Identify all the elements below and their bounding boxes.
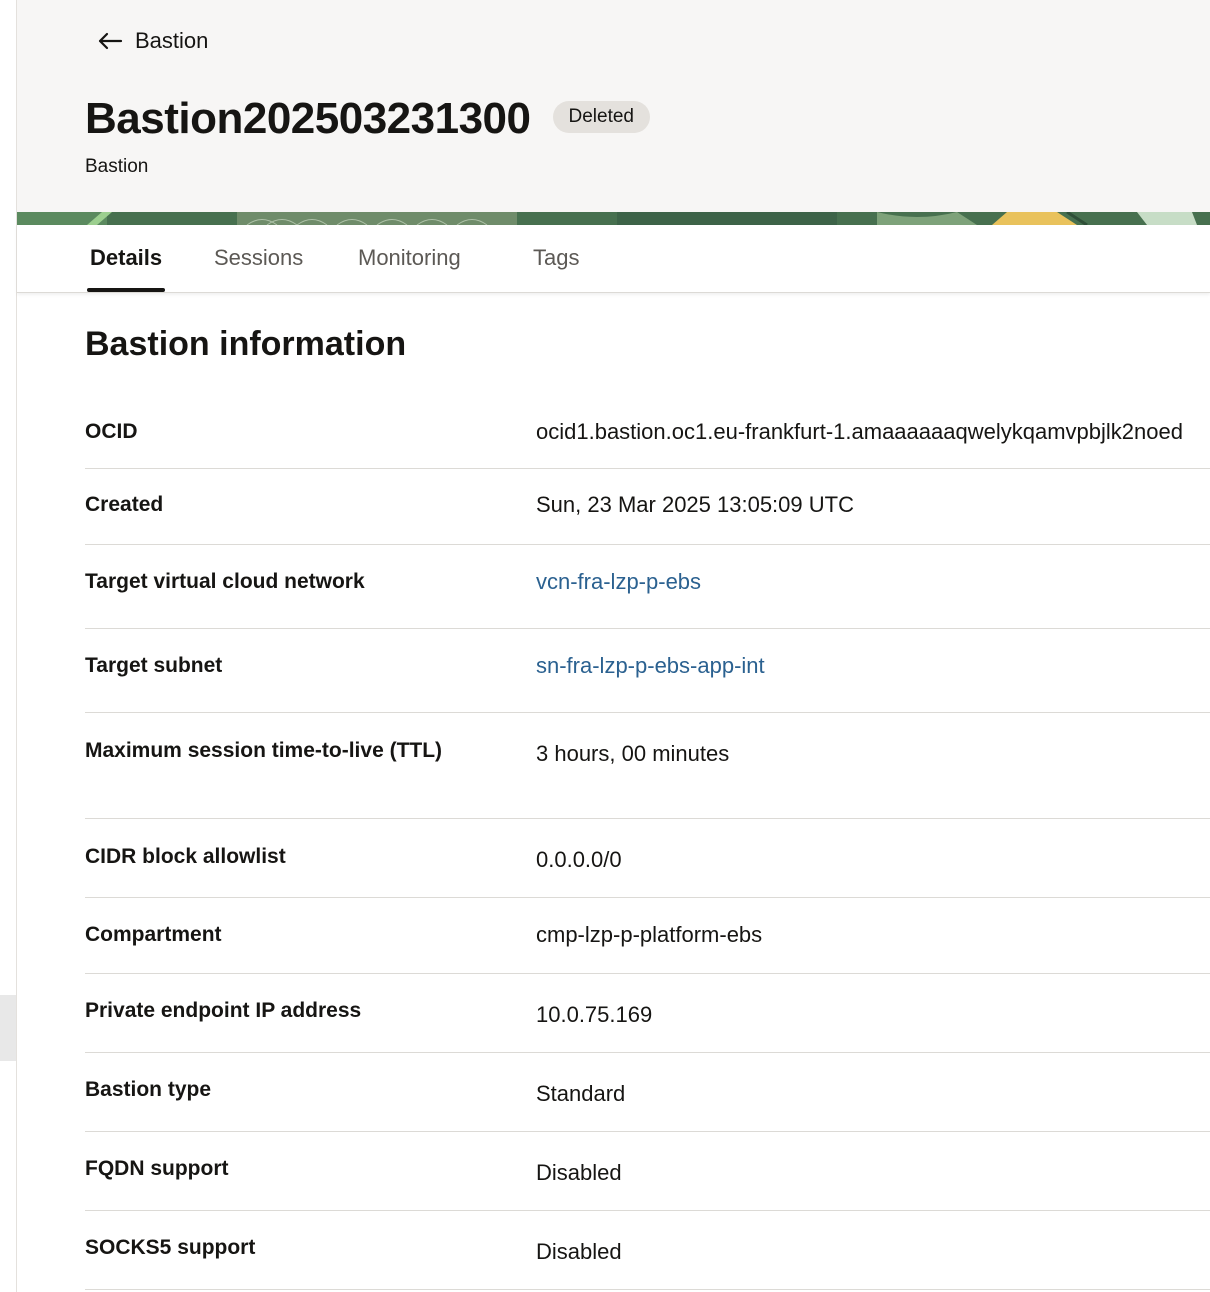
info-value-fqdn: Disabled (536, 1160, 622, 1185)
info-row-compartment: Compartment cmp-lzp-p-platform-ebs (85, 898, 1210, 974)
decorative-banner (17, 212, 1210, 225)
info-label: CIDR block allowlist (85, 845, 286, 868)
target-subnet-link[interactable]: sn-fra-lzp-p-ebs-app-int (536, 651, 765, 681)
info-value-bastion-type: Standard (536, 1081, 626, 1106)
arrow-left-icon (97, 31, 123, 51)
tab-details[interactable]: Details (90, 245, 162, 271)
back-link-label: Bastion (135, 28, 209, 53)
info-label: SOCKS5 support (85, 1236, 256, 1259)
info-row-target-vcn: Target virtual cloud network vcn-fra-lzp… (85, 545, 1210, 629)
tab-monitoring[interactable]: Monitoring (358, 245, 461, 271)
left-rail (0, 0, 17, 1292)
info-label: Target virtual cloud network (85, 570, 365, 593)
page-subtitle: Bastion (85, 156, 149, 177)
tab-sessions[interactable]: Sessions (214, 245, 303, 271)
section-title: Bastion information (85, 325, 407, 363)
info-value-max-ttl: 3 hours, 00 minutes (536, 741, 730, 766)
tab-tags[interactable]: Tags (533, 245, 579, 271)
left-rail-handle[interactable] (0, 995, 16, 1061)
info-label: OCID (85, 420, 138, 443)
info-row-created: Created Sun, 23 Mar 2025 13:05:09 UTC (85, 469, 1210, 545)
info-row-max-ttl: Maximum session time-to-live (TTL) 3 hou… (85, 713, 1210, 819)
info-value-ocid: ocid1.bastion.oc1.eu-frankfurt-1.amaaaaa… (536, 419, 1183, 444)
title-row: Bastion202503231300 Deleted (85, 94, 650, 144)
info-label: Target subnet (85, 654, 223, 677)
status-badge: Deleted (552, 101, 650, 133)
info-label: Maximum session time-to-live (TTL) (85, 739, 443, 762)
bastion-details-page: Bastion Bastion202503231300 Deleted Bast… (0, 0, 1210, 1292)
info-row-cidr: CIDR block allowlist 0.0.0.0/0 (85, 819, 1210, 898)
tab-bar: Details Sessions Monitoring Tags (17, 225, 1210, 293)
active-tab-indicator (87, 288, 165, 292)
info-label: Compartment (85, 923, 222, 946)
info-value-private-ip: 10.0.75.169 (536, 1002, 653, 1027)
target-vcn-link[interactable]: vcn-fra-lzp-p-ebs (536, 567, 701, 597)
info-value-created: Sun, 23 Mar 2025 13:05:09 UTC (536, 492, 854, 517)
info-label: Created (85, 493, 164, 516)
bastion-info-table: OCID ocid1.bastion.oc1.eu-frankfurt-1.am… (85, 395, 1210, 1290)
page-title: Bastion202503231300 (85, 94, 531, 143)
info-label: Private endpoint IP address (85, 999, 362, 1022)
info-value-cidr: 0.0.0.0/0 (536, 847, 622, 872)
info-row-ocid: OCID ocid1.bastion.oc1.eu-frankfurt-1.am… (85, 395, 1210, 469)
info-row-private-ip: Private endpoint IP address 10.0.75.169 (85, 974, 1210, 1053)
info-label: FQDN support (85, 1157, 229, 1180)
info-row-socks5: SOCKS5 support Disabled (85, 1211, 1210, 1290)
info-row-bastion-type: Bastion type Standard (85, 1053, 1210, 1132)
info-row-target-subnet: Target subnet sn-fra-lzp-p-ebs-app-int (85, 629, 1210, 713)
info-row-fqdn: FQDN support Disabled (85, 1132, 1210, 1211)
info-value-socks5: Disabled (536, 1239, 622, 1264)
info-value-compartment: cmp-lzp-p-platform-ebs (536, 922, 763, 947)
back-link[interactable]: Bastion (97, 28, 208, 54)
info-label: Bastion type (85, 1078, 212, 1101)
page-header: Bastion Bastion202503231300 Deleted Bast… (17, 0, 1210, 212)
